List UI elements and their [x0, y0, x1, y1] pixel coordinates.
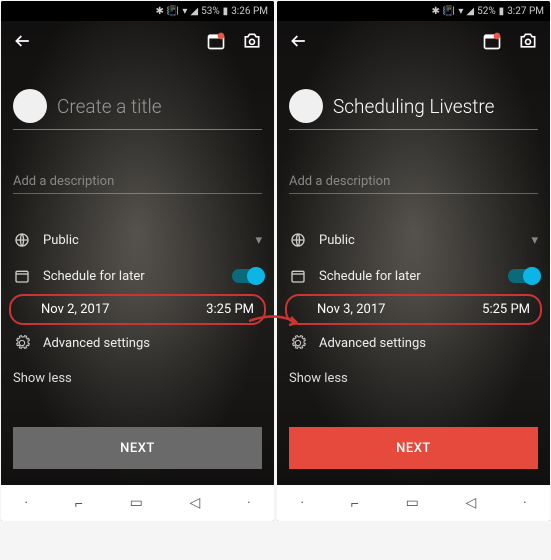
- schedule-date: Nov 2, 2017: [41, 302, 109, 317]
- advanced-label: Advanced settings: [43, 336, 262, 351]
- schedule-label: Schedule for later: [319, 269, 496, 284]
- signal-icon: ◢: [190, 6, 198, 17]
- battery-percent: 53%: [201, 6, 220, 17]
- schedule-datetime-row[interactable]: Nov 3, 2017 5:25 PM: [285, 294, 542, 325]
- battery-icon: ▮: [223, 6, 229, 17]
- status-bar: ✱ 📳 ▾ ◢ 52% ▮ 3:27 PM: [277, 1, 550, 21]
- schedule-toggle-row[interactable]: Schedule for later: [13, 258, 262, 294]
- nav-home-icon[interactable]: ▭: [406, 495, 419, 511]
- advanced-label: Advanced settings: [319, 336, 538, 351]
- avatar: [13, 89, 47, 123]
- schedule-label: Schedule for later: [43, 269, 220, 284]
- schedule-datetime-row[interactable]: Nov 2, 2017 3:25 PM: [9, 294, 266, 325]
- schedule-time: 5:25 PM: [482, 302, 530, 317]
- nav-back-icon[interactable]: ◁: [190, 495, 201, 511]
- chevron-down-icon: ▾: [255, 233, 262, 248]
- chevron-down-icon: ▾: [531, 233, 538, 248]
- bluetooth-icon: ✱: [432, 6, 440, 17]
- camera-switch-icon[interactable]: [518, 31, 538, 51]
- calendar-small-icon: [289, 268, 307, 284]
- signal-icon: ◢: [466, 6, 474, 17]
- gear-icon: [289, 335, 307, 351]
- nav-recent-icon[interactable]: ⌐: [75, 495, 83, 512]
- privacy-row[interactable]: Public ▾: [13, 222, 262, 258]
- vibrate-icon: 📳: [443, 6, 455, 17]
- gear-icon: [13, 335, 31, 351]
- annotation-arrow-icon: [247, 313, 307, 337]
- nav-dot-icon: ·: [300, 495, 304, 511]
- android-nav-bar: · ⌐ ▭ ◁ ·: [1, 485, 274, 521]
- advanced-settings-row[interactable]: Advanced settings: [13, 325, 262, 361]
- globe-icon: [13, 232, 31, 248]
- globe-icon: [289, 232, 307, 248]
- back-icon[interactable]: [289, 31, 309, 51]
- title-input[interactable]: Scheduling Livestre: [333, 95, 494, 118]
- nav-back-icon[interactable]: ◁: [466, 495, 477, 511]
- phone-left: ✱ 📳 ▾ ◢ 53% ▮ 3:26 PM Create a: [1, 1, 274, 521]
- nav-dot-icon: ·: [523, 495, 527, 511]
- calendar-icon[interactable]: [482, 31, 502, 51]
- advanced-settings-row[interactable]: Advanced settings: [289, 325, 538, 361]
- privacy-row[interactable]: Public ▾: [289, 222, 538, 258]
- schedule-date: Nov 3, 2017: [317, 302, 385, 317]
- status-time: 3:27 PM: [507, 6, 544, 17]
- avatar: [289, 89, 323, 123]
- nav-home-icon[interactable]: ▭: [130, 495, 143, 511]
- status-bar: ✱ 📳 ▾ ◢ 53% ▮ 3:26 PM: [1, 1, 274, 21]
- battery-percent: 52%: [477, 6, 496, 17]
- calendar-icon[interactable]: [206, 31, 226, 51]
- schedule-toggle-row[interactable]: Schedule for later: [289, 258, 538, 294]
- schedule-toggle[interactable]: [232, 269, 262, 283]
- wifi-icon: ▾: [458, 6, 463, 17]
- nav-dot-icon: ·: [247, 495, 251, 511]
- description-input[interactable]: Add a description: [13, 174, 262, 194]
- next-button[interactable]: NEXT: [13, 427, 262, 469]
- wifi-icon: ▾: [182, 6, 187, 17]
- title-input[interactable]: Create a title: [57, 95, 162, 118]
- description-input[interactable]: Add a description: [289, 174, 538, 194]
- bluetooth-icon: ✱: [156, 6, 164, 17]
- privacy-label: Public: [43, 233, 243, 248]
- schedule-toggle[interactable]: [508, 269, 538, 283]
- android-nav-bar: · ⌐ ▭ ◁ ·: [277, 485, 550, 521]
- vibrate-icon: 📳: [167, 6, 179, 17]
- show-less-link[interactable]: Show less: [13, 361, 262, 396]
- calendar-small-icon: [13, 268, 31, 284]
- show-less-link[interactable]: Show less: [289, 361, 538, 396]
- phone-right: ✱ 📳 ▾ ◢ 52% ▮ 3:27 PM Scheduli: [277, 1, 550, 521]
- camera-switch-icon[interactable]: [242, 31, 262, 51]
- privacy-label: Public: [319, 233, 519, 248]
- back-icon[interactable]: [13, 31, 33, 51]
- status-time: 3:26 PM: [231, 6, 268, 17]
- next-button[interactable]: NEXT: [289, 427, 538, 469]
- nav-dot-icon: ·: [24, 495, 28, 511]
- battery-icon: ▮: [499, 6, 505, 17]
- nav-recent-icon[interactable]: ⌐: [351, 495, 359, 512]
